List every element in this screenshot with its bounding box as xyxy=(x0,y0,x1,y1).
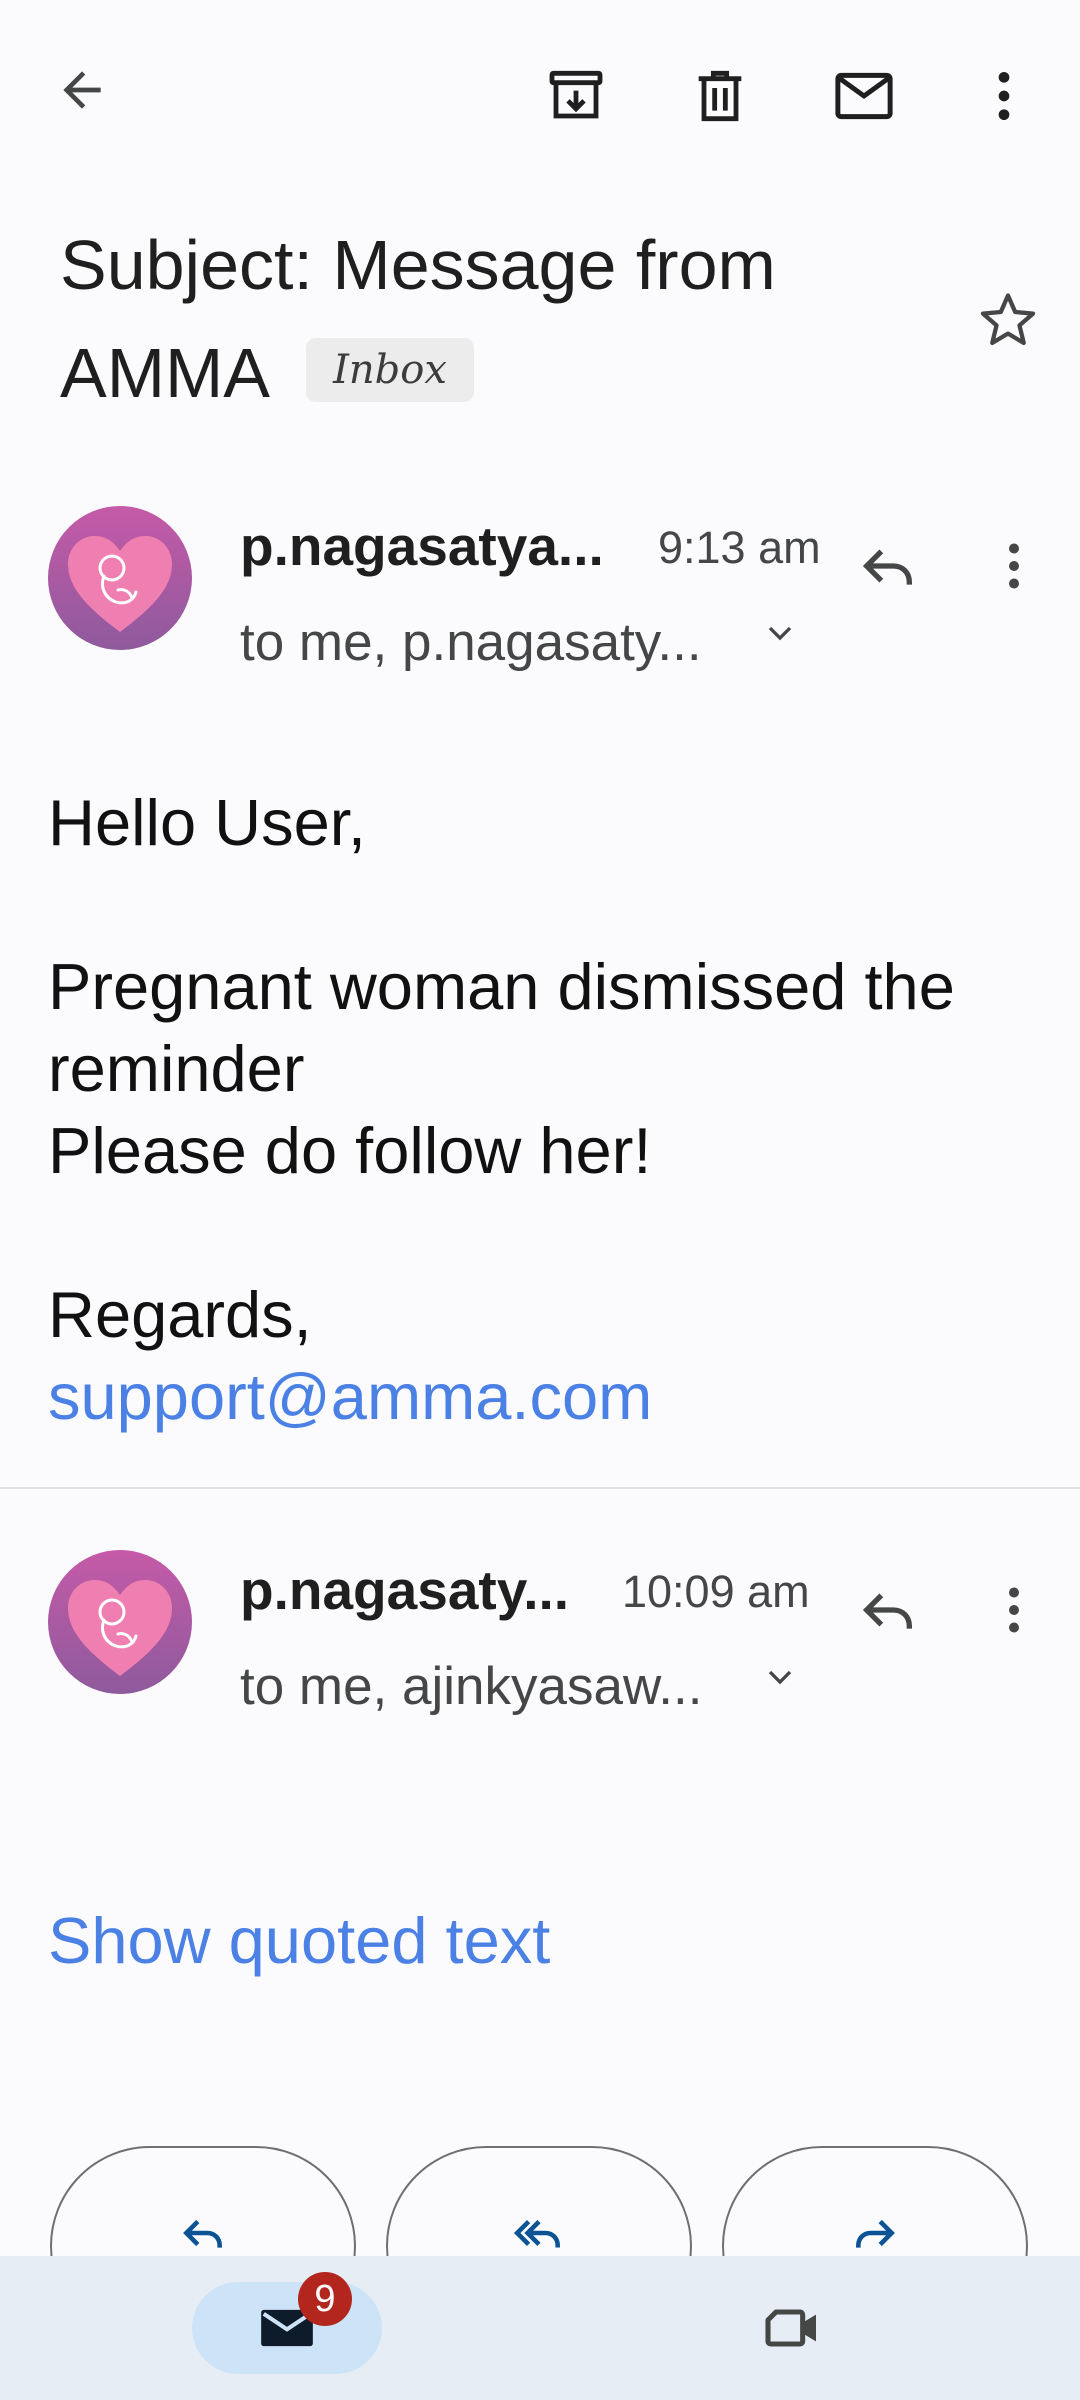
star-outline-icon xyxy=(980,293,1036,346)
bottom-navigation xyxy=(0,2256,1080,2400)
chevron-down-icon xyxy=(768,626,792,641)
body-line-2: reminder xyxy=(48,1032,305,1105)
message-more-button[interactable] xyxy=(974,526,1054,606)
nav-meet-tab[interactable] xyxy=(752,2290,832,2366)
more-vert-icon xyxy=(1009,543,1019,589)
body-greeting: Hello User, xyxy=(48,786,366,859)
body-regards: Regards, xyxy=(48,1278,312,1351)
recipients-summary[interactable]: to me, p.nagasaty... xyxy=(240,612,702,673)
message-divider xyxy=(0,1487,1080,1489)
top-app-bar xyxy=(0,0,1080,190)
sender-name[interactable]: p.nagasatya... xyxy=(240,514,604,578)
reply-button[interactable] xyxy=(848,526,928,606)
recipients-expand-button[interactable] xyxy=(750,608,810,658)
mail-icon xyxy=(835,72,893,120)
sender-avatar[interactable] xyxy=(48,1550,192,1694)
show-quoted-text-link[interactable]: Show quoted text xyxy=(48,1908,550,1973)
reply-icon xyxy=(183,2219,222,2248)
heart-baby-avatar-icon xyxy=(68,536,172,632)
archive-button[interactable] xyxy=(536,56,616,136)
inbox-label-chip[interactable]: Inbox xyxy=(306,338,474,402)
message-time: 9:13 am xyxy=(658,522,821,573)
message-time: 10:09 am xyxy=(622,1566,810,1617)
more-vert-icon xyxy=(1009,1587,1019,1633)
arrow-back-icon xyxy=(63,71,101,109)
more-vert-icon xyxy=(998,72,1010,120)
unread-count-badge: 9 xyxy=(298,2272,352,2326)
sender-name[interactable]: p.nagasaty... xyxy=(240,1558,569,1622)
support-email-link[interactable]: support@amma.com xyxy=(48,1364,652,1429)
back-button[interactable] xyxy=(42,50,122,130)
more-options-button[interactable] xyxy=(964,56,1044,136)
star-button[interactable] xyxy=(968,280,1048,360)
subject-title-line2: AMMA xyxy=(60,334,270,412)
heart-baby-avatar-icon xyxy=(68,1580,172,1676)
message-more-button[interactable] xyxy=(974,1570,1054,1650)
reply-icon xyxy=(862,549,912,585)
body-line-1: Pregnant woman dismissed the xyxy=(48,950,955,1023)
body-line-3: Please do follow her! xyxy=(48,1114,652,1187)
recipients-expand-button[interactable] xyxy=(750,1652,810,1702)
delete-button[interactable] xyxy=(680,56,760,136)
trash-icon xyxy=(698,70,742,122)
sender-avatar[interactable] xyxy=(48,506,192,650)
subject-title-line1: Subject: Message from xyxy=(60,226,776,304)
forward-icon xyxy=(856,2219,895,2248)
video-camera-icon xyxy=(765,2309,816,2347)
reply-button[interactable] xyxy=(848,1570,928,1650)
reply-all-icon xyxy=(513,2219,560,2248)
reply-icon xyxy=(862,1593,912,1629)
recipients-summary[interactable]: to me, ajinkyasaw... xyxy=(240,1656,702,1717)
archive-icon xyxy=(549,70,603,119)
mark-unread-button[interactable] xyxy=(824,56,904,136)
chevron-down-icon xyxy=(768,1670,792,1685)
